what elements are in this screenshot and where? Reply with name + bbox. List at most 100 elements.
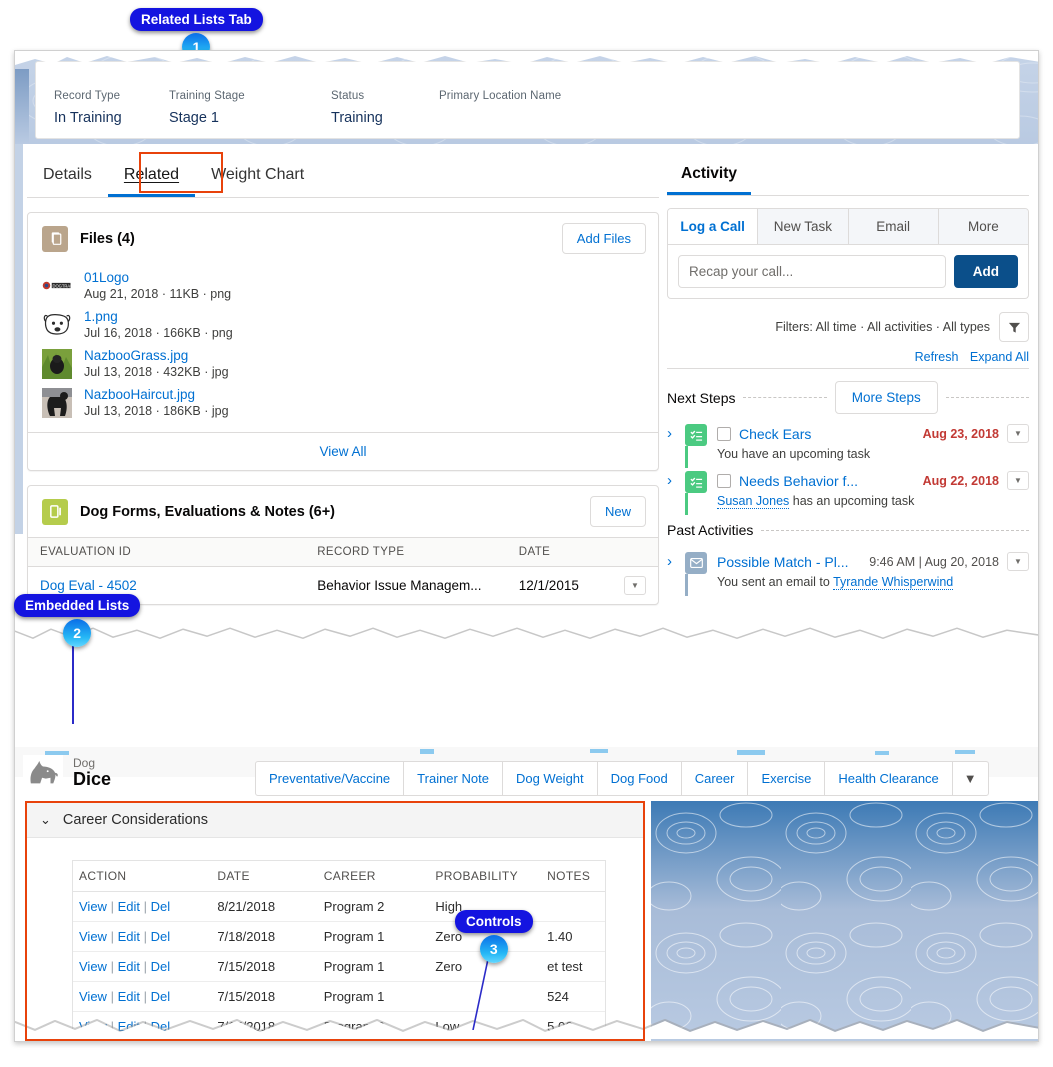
filters-summary: Filters: All time · All activities · All…: [775, 320, 990, 334]
nav-tab-exercise[interactable]: Exercise: [748, 762, 826, 795]
subtab-log-a-call[interactable]: Log a Call: [668, 209, 759, 244]
list-item[interactable]: NazbooGrass.jpg Jul 13, 2018 · 432KB · j…: [28, 344, 658, 383]
subtab-new-task[interactable]: New Task: [758, 209, 849, 244]
list-item[interactable]: 1.png Jul 16, 2018 · 166KB · png: [28, 305, 658, 344]
nav-tab-preventative-vaccine[interactable]: Preventative/Vaccine: [256, 762, 405, 795]
edit-link[interactable]: Edit: [118, 899, 140, 914]
activity-body: Possible Match - Pl... 9:46 AM | Aug 20,…: [717, 552, 1029, 590]
row-menu-chevron-down-icon[interactable]: ▼: [1007, 424, 1029, 443]
view-link[interactable]: View: [79, 929, 107, 944]
career-considerations-title: Career Considerations: [62, 811, 208, 828]
delete-link[interactable]: Del: [151, 959, 171, 974]
row-menu-chevron-down-icon[interactable]: ▼: [1007, 471, 1029, 490]
column-date: DATE: [211, 861, 318, 892]
column-evaluation-id[interactable]: EVALUATION ID: [28, 537, 306, 567]
files-card-header: Files (4) Add Files: [28, 213, 658, 264]
files-view-all-link[interactable]: View All: [28, 432, 658, 470]
tab-weight-chart[interactable]: Weight Chart: [195, 154, 320, 197]
divider: [761, 529, 1029, 531]
new-record-button[interactable]: New: [589, 496, 646, 527]
assignee-link[interactable]: Susan Jones: [717, 494, 790, 509]
nav-tab-career[interactable]: Career: [682, 762, 749, 795]
field-label: Status: [331, 90, 365, 102]
task-checkbox[interactable]: [717, 426, 731, 441]
expand-chevron-right-icon[interactable]: ›: [667, 471, 685, 508]
list-item[interactable]: › Check Ears Aug 23, 2018 ▼ You have an …: [667, 424, 1029, 468]
activity-title-row: Needs Behavior f... Aug 22, 2018 ▼: [717, 471, 1029, 490]
file-name-link[interactable]: NazbooGrass.jpg: [84, 348, 229, 363]
list-item[interactable]: NazbooHaircut.jpg Jul 13, 2018 · 186KB ·…: [28, 383, 658, 422]
delete-link[interactable]: Del: [151, 899, 171, 914]
tab-details[interactable]: Details: [27, 154, 108, 197]
table-row[interactable]: View | Edit | Del 7/15/2018 Program 1 52…: [73, 981, 605, 1012]
column-notes: NOTES: [541, 861, 605, 892]
eval-id-link[interactable]: Dog Eval - 4502: [40, 578, 137, 593]
edit-link[interactable]: Edit: [118, 929, 140, 944]
view-link[interactable]: View: [79, 899, 107, 914]
list-item[interactable]: DOGTRACKER 01Logo Aug 21, 2018 · 11KB · …: [28, 266, 658, 305]
edit-link[interactable]: Edit: [118, 989, 140, 1004]
cell-career: Program 2: [317, 1011, 430, 1041]
filter-icon[interactable]: [999, 312, 1029, 342]
subtab-email[interactable]: Email: [848, 209, 939, 244]
add-call-button[interactable]: Add: [953, 255, 1018, 288]
file-name-link[interactable]: 1.png: [84, 309, 233, 324]
file-name-link[interactable]: 01Logo: [84, 270, 231, 285]
field-status: Status Training: [331, 90, 439, 126]
view-link[interactable]: View: [79, 959, 107, 974]
tab-related[interactable]: Related: [107, 154, 196, 197]
past-activities-header: Past Activities: [667, 522, 1029, 538]
edit-link[interactable]: Edit: [118, 1019, 140, 1034]
email-subtitle-text: You sent an email to: [717, 575, 834, 589]
tab-activity[interactable]: Activity: [667, 165, 751, 195]
activity-panel: Activity Log a Call New Task Email More …: [667, 154, 1030, 596]
nav-tab-dog-weight[interactable]: Dog Weight: [503, 762, 598, 795]
task-checkbox[interactable]: [717, 473, 731, 488]
recipient-link[interactable]: Tyrande Whisperwind: [833, 575, 954, 590]
nav-tab-health-clearance[interactable]: Health Clearance: [825, 762, 953, 795]
edit-link[interactable]: Edit: [118, 959, 140, 974]
page-background-fill: [651, 801, 1038, 1041]
activity-body: Needs Behavior f... Aug 22, 2018 ▼ Susan…: [717, 471, 1029, 509]
row-menu-chevron-down-icon[interactable]: ▼: [1007, 552, 1029, 571]
task-title-link[interactable]: Needs Behavior f...: [739, 473, 858, 489]
activity-filters: Filters: All time · All activities · All…: [667, 312, 1029, 342]
column-date[interactable]: DATE: [506, 537, 612, 567]
callout-2-label: Embedded Lists: [14, 594, 141, 617]
list-item[interactable]: › Needs Behavior f... Aug 22, 2018 ▼ Sus…: [667, 471, 1029, 515]
task-title-link[interactable]: Check Ears: [739, 426, 811, 442]
more-steps-button[interactable]: More Steps: [834, 381, 938, 414]
cell-notes: 1.40: [541, 921, 605, 952]
nav-tab-trainer-note[interactable]: Trainer Note: [404, 762, 503, 795]
record-object-label: Dog: [73, 756, 96, 770]
list-item[interactable]: › Possible Match - Pl... 9:46 AM | Aug 2…: [667, 552, 1029, 596]
delete-link[interactable]: Del: [151, 929, 171, 944]
nav-tab-dog-food[interactable]: Dog Food: [598, 762, 682, 795]
cell-notes: 524: [541, 981, 605, 1012]
delete-link[interactable]: Del: [151, 989, 171, 1004]
recap-input[interactable]: [678, 255, 946, 288]
timeline-rail: [685, 574, 688, 596]
career-considerations-header[interactable]: ⌄ Career Considerations: [26, 802, 644, 838]
subtab-more[interactable]: More: [938, 209, 1028, 244]
file-name-link[interactable]: NazbooHaircut.jpg: [84, 387, 229, 402]
column-record-type[interactable]: RECORD TYPE: [305, 537, 507, 567]
add-files-button[interactable]: Add Files: [561, 223, 646, 254]
cell-record-type: Behavior Issue Managem...: [317, 578, 482, 593]
table-row[interactable]: View | Edit | Del 7/15/2018 Program 2 Lo…: [73, 1011, 605, 1041]
refresh-link[interactable]: Refresh: [915, 350, 959, 364]
view-link[interactable]: View: [79, 989, 107, 1004]
delete-link[interactable]: Del: [151, 1019, 171, 1034]
row-menu-chevron-down-icon[interactable]: ▼: [624, 576, 646, 595]
expand-all-link[interactable]: Expand All: [970, 350, 1029, 364]
left-edge-accent: [15, 69, 29, 144]
nav-overflow-chevron-down-icon[interactable]: ▼: [953, 762, 988, 795]
related-object-tabs: Preventative/Vaccine Trainer Note Dog We…: [255, 761, 989, 796]
expand-chevron-right-icon[interactable]: ›: [667, 424, 685, 461]
section-collapse-chevron-down-icon[interactable]: ⌄: [40, 812, 51, 828]
forms-icon: [42, 498, 68, 525]
view-link[interactable]: View: [79, 1019, 107, 1034]
expand-chevron-right-icon[interactable]: ›: [667, 552, 685, 589]
record-name: Dice: [73, 769, 112, 789]
email-title-link[interactable]: Possible Match - Pl...: [717, 554, 849, 570]
